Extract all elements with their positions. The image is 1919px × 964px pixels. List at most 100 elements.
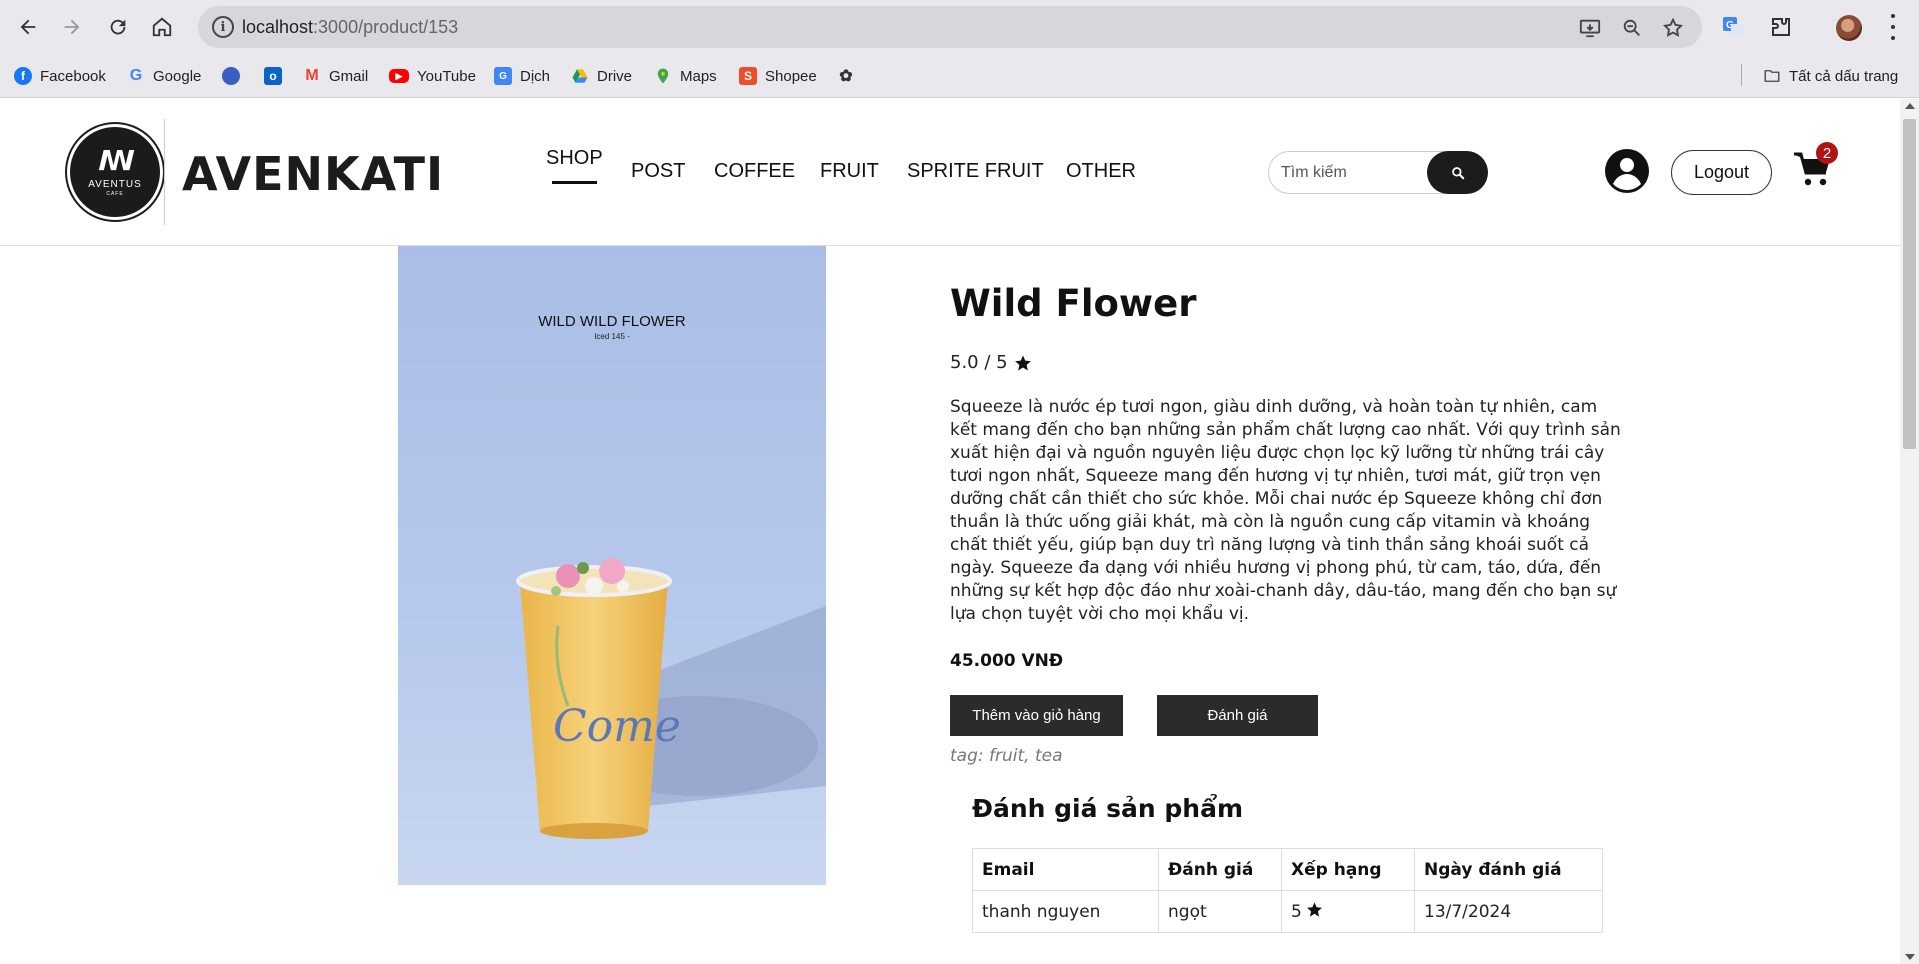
bookmark-star-icon[interactable] [1661,16,1685,40]
bookmark-label: Dịch [520,67,551,85]
nav-sprite-fruit[interactable]: SPRITE FRUIT [907,160,1044,183]
rate-product-button[interactable]: Đánh giá [1157,695,1318,736]
column-header-comment: Đánh giá [1158,848,1282,891]
bookmark-maps[interactable]: Maps [654,65,717,87]
bookmark-chatgpt[interactable]: ✿ [837,65,863,87]
google-icon: G [129,67,143,84]
zoom-icon[interactable] [1620,16,1644,40]
folder-icon [1763,67,1781,85]
table-header-row: Email Đánh giá Xếp hạng Ngày đánh giá [972,848,1603,891]
star-icon [1014,355,1031,370]
home-icon[interactable] [147,12,177,42]
review-comment: ngọt [1158,890,1282,933]
bookmark-label: Google [153,67,202,85]
bookmark-outlook[interactable]: o [264,65,290,87]
address-bar[interactable]: i localhost:3000/product/153 [198,6,1702,48]
review-rating: 5 [1291,902,1302,922]
nav-coffee[interactable]: COFFEE [714,160,795,183]
site-logo[interactable]: ꟿ AVENTUS CAFE [67,124,163,220]
user-account-icon[interactable] [1605,149,1649,193]
cup-logo-text: Come [553,701,681,752]
review-email: thanh nguyen [972,890,1159,933]
bookmark-google[interactable]: G Google [127,65,202,87]
bookmarks-bar: f Facebook G Google o M Gmail ▶ YouTube … [0,54,1919,98]
star-icon [1306,902,1322,917]
logo-brand: AVENTUS [88,179,142,190]
nav-fruit[interactable]: FRUIT [820,160,879,183]
site-name[interactable]: AVENKATI [182,147,444,201]
page-viewport: ꟿ AVENTUS CAFE AVENKATI SHOP POST COFFEE… [0,99,1900,964]
bookmark-translate[interactable]: G Dịch [494,65,550,87]
bookmark-label: Shopee [765,67,817,85]
product-tags: tag: fruit, tea [950,746,1063,766]
translate-icon: G [494,67,512,85]
logo-mark-icon: ꟿ [97,144,135,177]
outlook-icon: o [264,67,282,85]
address-url[interactable]: localhost:3000/product/153 [242,17,458,38]
bookmark-facebook[interactable]: f Facebook [14,65,106,87]
all-bookmarks[interactable]: Tất cả dấu trang [1763,65,1898,87]
chatgpt-icon: ✿ [839,68,853,85]
search-button[interactable] [1427,151,1488,194]
bookmark-label: Maps [680,67,717,85]
search-icon [1451,166,1464,179]
bookmark-gmail[interactable]: M Gmail [303,65,368,87]
drive-icon [571,67,589,85]
cart-count-badge: 2 [1816,142,1838,164]
column-header-rating: Xếp hạng [1281,848,1415,891]
product-image[interactable]: WILD WILD FLOWER Iced 145 - Come [398,246,826,885]
translate-extension-icon[interactable]: G [1720,14,1746,40]
logo-divider [164,119,165,225]
bookmark-shopee[interactable]: S Shopee [739,65,817,87]
site-header: ꟿ AVENTUS CAFE AVENKATI SHOP POST COFFEE… [0,99,1900,246]
maps-icon [654,67,672,85]
bookmark-label: Drive [597,67,633,85]
logout-button[interactable]: Logout [1671,150,1772,195]
review-date: 13/7/2024 [1414,890,1603,933]
drink-photo [398,246,826,885]
all-bookmarks-label: Tất cả dấu trang [1789,67,1899,85]
youtube-icon: ▶ [389,69,409,83]
nav-shop[interactable]: SHOP [546,147,603,184]
shopee-icon: S [739,67,757,85]
review-rating-cell: 5 [1281,890,1415,933]
browser-menu-icon[interactable] [1888,14,1898,40]
extensions-icon[interactable] [1768,14,1794,40]
install-app-icon[interactable] [1578,16,1602,40]
search-input[interactable] [1281,162,1421,184]
rating-value: 5.0 / 5 [950,352,1008,373]
reload-icon[interactable] [103,12,133,42]
bookmark-label: Facebook [40,67,106,85]
back-icon[interactable] [13,12,43,42]
gmail-icon: M [305,67,319,84]
bookmarks-divider [1741,64,1742,86]
search-box [1268,151,1488,194]
reviews-title: Đánh giá sản phẩm [972,794,1244,823]
image-title-text: WILD WILD FLOWER [538,313,686,330]
profile-avatar[interactable] [1836,15,1862,41]
scrollbar-thumb[interactable] [1903,119,1916,449]
bookmark-globe-icon [222,67,240,85]
reviews-table: Email Đánh giá Xếp hạng Ngày đánh giá th… [972,848,1603,933]
bookmark-unnamed-1[interactable] [222,65,248,87]
image-subtitle-text: Iced 145 - [594,332,630,341]
bookmark-label: YouTube [417,67,476,85]
nav-post[interactable]: POST [631,160,685,183]
product-description: Squeeze là nước ép tươi ngon, giàu dinh … [950,397,1621,624]
product-price: 45.000 VNĐ [950,651,1064,671]
facebook-icon: f [14,67,32,85]
bookmark-label: Gmail [329,67,369,85]
nav-other[interactable]: OTHER [1066,160,1136,183]
page-scrollbar[interactable] [1900,99,1919,964]
add-to-cart-button[interactable]: Thêm vào giỏ hàng [950,695,1123,736]
site-info-icon[interactable]: i [212,16,234,38]
scroll-down-icon[interactable] [1905,954,1915,960]
browser-toolbar: i localhost:3000/product/153 G [0,0,1919,54]
forward-icon[interactable] [57,12,87,42]
scroll-up-icon[interactable] [1905,103,1915,109]
column-header-date: Ngày đánh giá [1414,848,1603,891]
bookmark-youtube[interactable]: ▶ YouTube [389,65,476,87]
column-header-email: Email [972,848,1159,891]
bookmark-drive[interactable]: Drive [571,65,632,87]
logo-sub: CAFE [106,191,124,197]
